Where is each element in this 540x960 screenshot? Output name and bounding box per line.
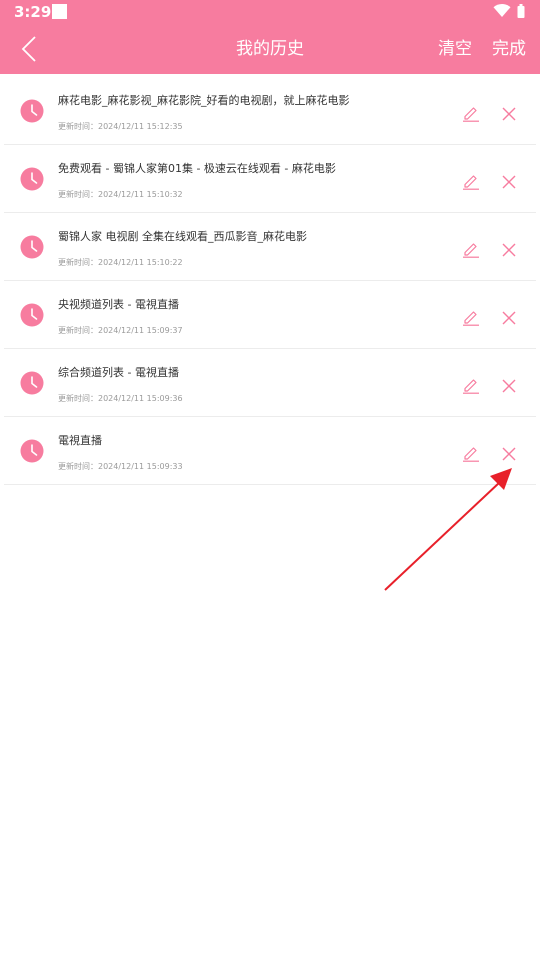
- time-prefix: 更新时间：: [58, 122, 98, 131]
- clock-icon: [20, 439, 44, 463]
- history-time: 更新时间：2024/12/11 15:09:33: [58, 461, 183, 473]
- status-bar: 3:29: [0, 0, 540, 24]
- toolbar: 我的历史 清空 完成: [0, 24, 540, 74]
- time-value: 2024/12/11 15:12:35: [98, 122, 183, 131]
- history-title: 综合频道列表 - 電視直播: [58, 366, 179, 379]
- status-time: 3:29: [14, 3, 52, 21]
- time-value: 2024/12/11 15:09:37: [98, 326, 183, 335]
- history-row[interactable]: 電視直播 更新时间：2024/12/11 15:09:33: [4, 417, 536, 485]
- close-icon[interactable]: [501, 174, 517, 190]
- time-value: 2024/12/11 15:10:22: [98, 258, 183, 267]
- history-row[interactable]: 免费观看 - 蜀锦人家第01集 - 极速云在线观看 - 麻花电影 更新时间：20…: [4, 145, 536, 213]
- clock-icon: [20, 99, 44, 123]
- history-row[interactable]: 麻花电影_麻花影视_麻花影院_好看的电视剧，就上麻花电影 更新时间：2024/1…: [4, 77, 536, 145]
- history-screen: 3:29 我的历史 清空 完成 麻花电影_麻花影视_麻花影院_好看的电视剧，就上…: [0, 0, 540, 960]
- history-time: 更新时间：2024/12/11 15:09:37: [58, 325, 183, 337]
- chevron-left-icon: [21, 36, 36, 62]
- history-row[interactable]: 综合频道列表 - 電視直播 更新时间：2024/12/11 15:09:36: [4, 349, 536, 417]
- history-title: 央视频道列表 - 電視直播: [58, 298, 179, 311]
- pencil-icon[interactable]: [462, 240, 480, 258]
- history-title: 電視直播: [58, 434, 102, 447]
- close-icon[interactable]: [501, 446, 517, 462]
- history-time: 更新时间：2024/12/11 15:10:22: [58, 257, 183, 269]
- time-value: 2024/12/11 15:09:36: [98, 394, 183, 403]
- app-header: 3:29 我的历史 清空 完成: [0, 0, 540, 74]
- battery-icon: [517, 4, 525, 18]
- history-time: 更新时间：2024/12/11 15:10:32: [58, 189, 183, 201]
- close-icon[interactable]: [501, 378, 517, 394]
- done-button[interactable]: 完成: [492, 24, 526, 74]
- pencil-icon[interactable]: [462, 444, 480, 462]
- time-prefix: 更新时间：: [58, 258, 98, 267]
- history-time: 更新时间：2024/12/11 15:12:35: [58, 121, 183, 133]
- history-title: 蜀锦人家 电视剧 全集在线观看_西瓜影音_麻花电影: [58, 230, 307, 243]
- history-row[interactable]: 央视频道列表 - 電視直播 更新时间：2024/12/11 15:09:37: [4, 281, 536, 349]
- time-value: 2024/12/11 15:09:33: [98, 462, 183, 471]
- clock-icon: [20, 371, 44, 395]
- pencil-icon[interactable]: [462, 308, 480, 326]
- wifi-icon: [493, 4, 511, 17]
- history-list: 麻花电影_麻花影视_麻花影院_好看的电视剧，就上麻花电影 更新时间：2024/1…: [0, 77, 540, 485]
- clock-icon: [20, 303, 44, 327]
- pencil-icon[interactable]: [462, 104, 480, 122]
- pencil-icon[interactable]: [462, 376, 480, 394]
- close-icon[interactable]: [501, 310, 517, 326]
- time-prefix: 更新时间：: [58, 394, 98, 403]
- notification-icon: [52, 4, 67, 19]
- history-title: 免费观看 - 蜀锦人家第01集 - 极速云在线观看 - 麻花电影: [58, 162, 336, 175]
- close-icon[interactable]: [501, 106, 517, 122]
- pencil-icon[interactable]: [462, 172, 480, 190]
- time-prefix: 更新时间：: [58, 462, 98, 471]
- history-time: 更新时间：2024/12/11 15:09:36: [58, 393, 183, 405]
- back-button[interactable]: [12, 32, 48, 66]
- clock-icon: [20, 167, 44, 191]
- time-prefix: 更新时间：: [58, 326, 98, 335]
- clock-icon: [20, 235, 44, 259]
- close-icon[interactable]: [501, 242, 517, 258]
- time-value: 2024/12/11 15:10:32: [98, 190, 183, 199]
- time-prefix: 更新时间：: [58, 190, 98, 199]
- history-title: 麻花电影_麻花影视_麻花影院_好看的电视剧，就上麻花电影: [58, 94, 350, 107]
- clear-button[interactable]: 清空: [438, 24, 472, 74]
- history-row[interactable]: 蜀锦人家 电视剧 全集在线观看_西瓜影音_麻花电影 更新时间：2024/12/1…: [4, 213, 536, 281]
